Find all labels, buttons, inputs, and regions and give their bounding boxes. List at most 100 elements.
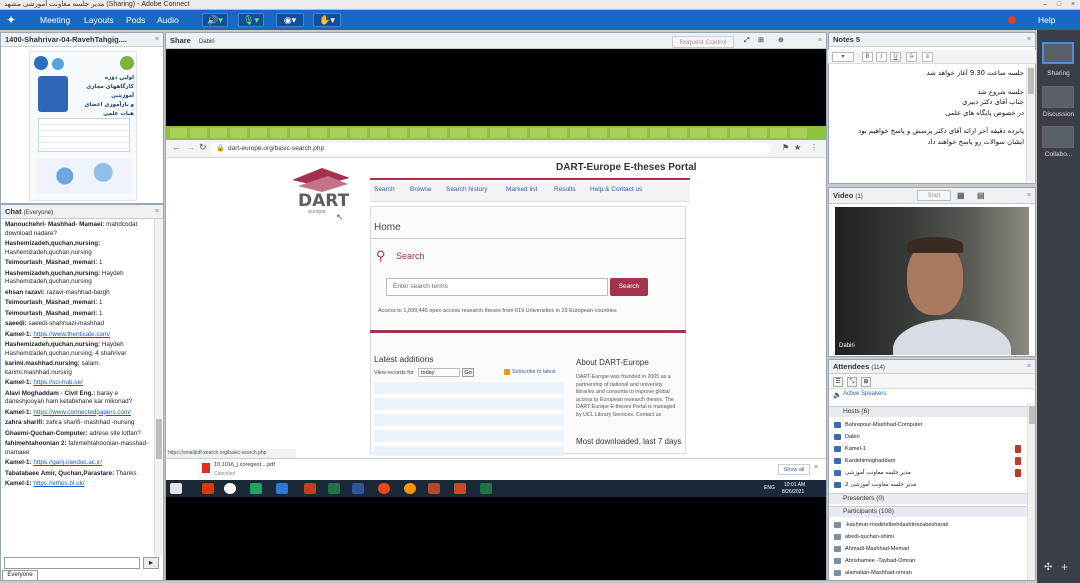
forward-icon[interactable]: →	[186, 142, 195, 152]
close-download-bar-icon[interactable]: ×	[814, 464, 818, 471]
browser-tab[interactable]	[710, 128, 727, 138]
chat-send-button[interactable]: ▸	[143, 557, 159, 569]
period-select[interactable]: today	[418, 368, 460, 377]
bookmark-star-icon[interactable]: ★	[794, 143, 801, 152]
attendees-scrollbar-thumb[interactable]	[1029, 406, 1035, 424]
pod-menu-icon[interactable]: ≡	[1027, 188, 1031, 204]
menu-help[interactable]: Help	[1038, 10, 1055, 30]
nav-marked-list[interactable]: Marked list	[506, 186, 537, 193]
nav-browse[interactable]: Browse	[410, 186, 432, 193]
browser-tab[interactable]	[650, 128, 667, 138]
italic-icon[interactable]: I	[876, 52, 887, 62]
browser-tab[interactable]	[790, 128, 807, 138]
browser-tab[interactable]	[590, 128, 607, 138]
browser-tab[interactable]	[270, 128, 287, 138]
reload-icon[interactable]: ↻	[199, 142, 207, 153]
download-file-name[interactable]: 10.1016_j.coregeor....pdf	[214, 462, 275, 468]
browser-tab[interactable]	[190, 128, 207, 138]
show-all-button[interactable]: Show all	[778, 464, 810, 475]
expand-icon[interactable]: ⤡	[847, 377, 857, 387]
browser-tab[interactable]	[670, 128, 687, 138]
browser-tab[interactable]	[770, 128, 787, 138]
browser-menu-icon[interactable]: ⋮	[810, 143, 818, 152]
pod-menu-icon[interactable]: ≡	[155, 33, 159, 47]
browser-tab[interactable]	[250, 128, 267, 138]
language-indicator[interactable]: ENG	[764, 485, 775, 491]
layout-sharing-label[interactable]: Sharing	[1037, 70, 1080, 77]
nav-search-history[interactable]: Search history	[446, 186, 488, 193]
presenters-section-header[interactable]: Presenters (0)	[829, 493, 1027, 504]
chrome-icon[interactable]	[224, 483, 236, 494]
fit-icon[interactable]: ⊞	[758, 33, 764, 49]
chat-input[interactable]	[4, 557, 140, 569]
layout-sharing-thumbnail[interactable]	[1042, 42, 1074, 64]
attendee-participant[interactable]: Ahmadi-Mashhad-Memari	[833, 543, 1023, 555]
taskbar-app-icon[interactable]	[480, 483, 492, 494]
browser-tab[interactable]	[330, 128, 347, 138]
layout-options-icon[interactable]: ✣	[1044, 562, 1052, 573]
maximize-icon[interactable]: □	[1052, 0, 1066, 10]
attendees-scrollbar[interactable]	[1027, 404, 1035, 580]
status-icon[interactable]: ⊞	[861, 377, 871, 387]
go-button[interactable]: Go	[462, 368, 474, 377]
zoom-icon[interactable]: ⊕	[778, 33, 784, 49]
browser-tab[interactable]	[550, 128, 567, 138]
attendee-host[interactable]: مدیر جلسه معاونت آموزشی 2	[833, 479, 1023, 491]
browser-tab[interactable]	[370, 128, 387, 138]
taskbar-app-icon[interactable]	[454, 483, 466, 494]
nav-results[interactable]: Results	[554, 186, 576, 193]
layout-discussion-thumbnail[interactable]	[1042, 86, 1074, 108]
attendee-host[interactable]: Bahrepour-Mashhad-Computer	[833, 419, 1023, 431]
text-color-icon[interactable]: A	[906, 52, 917, 62]
browser-tab[interactable]	[530, 128, 547, 138]
chat-link[interactable]: https://ganj.irandoc.ac.ir/	[33, 459, 102, 466]
nav-help-contact[interactable]: Help & Contact us	[590, 186, 642, 193]
browser-tab[interactable]	[350, 128, 367, 138]
close-icon[interactable]: ×	[1066, 0, 1080, 10]
layout-collaboration-thumbnail[interactable]	[1042, 126, 1074, 148]
search-terms-input[interactable]: Enter search terms	[386, 278, 608, 296]
taskbar-app-icon[interactable]	[276, 483, 288, 494]
menu-meeting[interactable]: Meeting	[40, 10, 70, 30]
browser-tab[interactable]	[210, 128, 227, 138]
attendee-host[interactable]: Kamel-1	[833, 443, 1023, 455]
url-field[interactable]: 🔒 dart-europe.org/basic-search.php	[210, 143, 770, 155]
search-button[interactable]: Search	[610, 278, 648, 296]
browser-tab[interactable]	[310, 128, 327, 138]
subscribe-link[interactable]: Subscribe to latest	[512, 369, 556, 375]
filmstrip-icon[interactable]: ▤	[977, 188, 985, 204]
browser-tab[interactable]	[230, 128, 247, 138]
bullet-list-icon[interactable]: ≡	[922, 52, 933, 62]
pod-menu-icon[interactable]: ≡	[818, 33, 822, 49]
taskbar-app-icon[interactable]	[304, 483, 316, 494]
add-layout-icon[interactable]: +	[1061, 560, 1068, 574]
notes-scrollbar-thumb[interactable]	[1028, 68, 1034, 94]
layout-collaboration-label[interactable]: Collabo...	[1037, 151, 1080, 158]
browser-tab[interactable]	[690, 128, 707, 138]
minimize-icon[interactable]: –	[1038, 0, 1052, 10]
taskbar-app-icon[interactable]	[202, 483, 214, 494]
underline-icon[interactable]: U	[890, 52, 901, 62]
powerpoint-icon[interactable]	[428, 483, 440, 494]
notes-scrollbar[interactable]	[1026, 66, 1034, 182]
browser-tab[interactable]	[570, 128, 587, 138]
browser-tab[interactable]	[390, 128, 407, 138]
pod-menu-icon[interactable]: ≡	[1027, 33, 1031, 47]
start-webcam-button[interactable]: Start	[917, 190, 951, 201]
chat-link[interactable]: https://www.connectedpapers.com/	[33, 409, 131, 416]
attendee-participant[interactable]: Abrishamee -Taybad-Omran	[833, 555, 1023, 567]
browser-tab[interactable]	[630, 128, 647, 138]
chat-link[interactable]: https://www.thenticate.com/	[33, 331, 110, 338]
dart-europe-logo-icon[interactable]: DART europe	[288, 160, 354, 216]
speaker-toggle-button[interactable]: 🔊▾	[202, 13, 228, 27]
browser-tab[interactable]	[510, 128, 527, 138]
chat-scrollbar-thumb[interactable]	[156, 419, 162, 459]
chat-link[interactable]: https://ethos.bl.uk/	[33, 480, 84, 487]
chat-scrollbar[interactable]	[154, 219, 162, 556]
fullscreen-icon[interactable]: ⤢	[744, 33, 750, 49]
browser-tab[interactable]	[750, 128, 767, 138]
attendee-host[interactable]: Dabiri	[833, 431, 1023, 443]
browser-tab[interactable]	[450, 128, 467, 138]
participants-section-header[interactable]: Participants (108)	[829, 506, 1027, 517]
layout-discussion-label[interactable]: Discussion	[1037, 111, 1080, 118]
